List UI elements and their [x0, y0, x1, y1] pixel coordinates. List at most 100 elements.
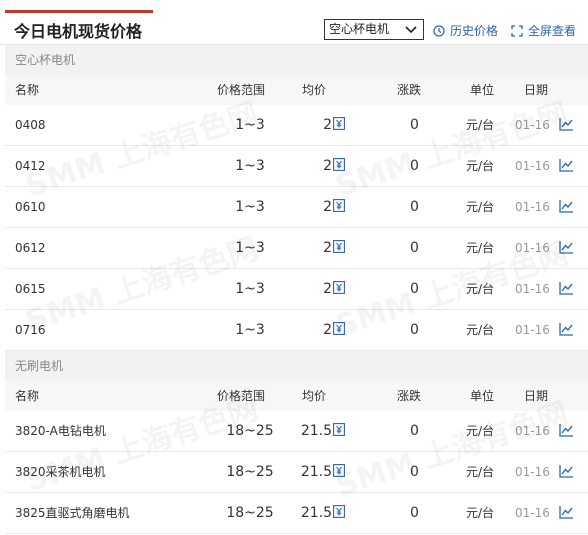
trend-chart-icon[interactable] [559, 158, 574, 172]
cell-avg: 21.5 [295, 493, 345, 533]
col-header-date: 日期 [524, 389, 549, 403]
cell-range: 18~25 [226, 464, 274, 480]
table-row[interactable]: 3820采茶机电机 18~25 0 元/台 01-16 21.5 [5, 452, 588, 493]
panel-header: 今日电机现货价格 空心杯电机 历史价格 全屏查看 [0, 0, 588, 45]
cell-unit: 元/台 [466, 200, 495, 214]
cell-avg: 21.5 [295, 411, 345, 451]
table-row[interactable]: 0612 1~3 0 元/台 01-16 2 [5, 228, 588, 269]
yuan-icon [333, 281, 345, 294]
cell-avg-value: 2 [323, 281, 332, 297]
cell-change: 0 [410, 158, 419, 174]
cell-avg: 2 [295, 310, 345, 350]
yuan-icon [333, 240, 345, 253]
trend-chart-icon[interactable] [559, 423, 574, 437]
cell-avg-value: 21.5 [300, 464, 332, 480]
cell-range: 18~25 [226, 423, 274, 439]
yuan-icon [333, 322, 345, 335]
cell-range: 1~3 [235, 117, 265, 133]
cell-date: 01-16 [515, 200, 550, 214]
cell-unit: 元/台 [466, 465, 495, 479]
col-header-range: 价格范围 [217, 83, 266, 97]
table-row[interactable]: 0615 1~3 0 元/台 01-16 2 [5, 269, 588, 310]
cell-change: 0 [410, 117, 419, 133]
col-header-avg: 均价 [302, 389, 327, 403]
cell-range: 1~3 [235, 322, 265, 338]
table-row[interactable]: 0412 1~3 0 元/台 01-16 2 [5, 146, 588, 187]
column-header-row: 名称 价格范围 均价 涨跌 单位 日期 [5, 75, 588, 105]
cell-name: 0412 [15, 159, 46, 173]
cell-date: 01-16 [515, 282, 550, 296]
cell-date: 01-16 [515, 424, 550, 438]
cell-unit: 元/台 [466, 159, 495, 173]
cell-name: 0408 [15, 118, 46, 132]
cell-range: 18~25 [226, 505, 274, 521]
history-price-link[interactable]: 历史价格 [433, 22, 498, 39]
chevron-down-icon [405, 26, 417, 34]
cell-name: 0615 [15, 282, 46, 296]
col-header-change: 涨跌 [397, 389, 422, 403]
cell-date: 01-16 [515, 241, 550, 255]
cell-name: 3820-A电钻电机 [15, 424, 106, 438]
cell-avg: 2 [295, 269, 345, 309]
table-row[interactable]: 3825直驱式角磨电机 18~25 0 元/台 01-16 21.5 [5, 493, 588, 534]
cell-change: 0 [410, 505, 419, 521]
trend-chart-icon[interactable] [559, 281, 574, 295]
trend-chart-icon[interactable] [559, 464, 574, 478]
trend-chart-icon[interactable] [559, 240, 574, 254]
cell-name: 3825直驱式角磨电机 [15, 506, 130, 520]
col-header-date: 日期 [524, 83, 549, 97]
col-header-change: 涨跌 [397, 83, 422, 97]
cell-avg-value: 2 [323, 158, 332, 174]
cell-avg: 21.5 [295, 452, 345, 492]
history-price-label: 历史价格 [450, 24, 499, 38]
clock-icon [433, 24, 445, 37]
col-header-unit: 单位 [470, 83, 495, 97]
cell-change: 0 [410, 199, 419, 215]
header-accent-bar [5, 10, 153, 13]
cell-change: 0 [410, 281, 419, 297]
cell-avg-value: 21.5 [300, 423, 332, 439]
table-row[interactable]: 0716 1~3 0 元/台 01-16 2 [5, 310, 588, 351]
cell-date: 01-16 [515, 118, 550, 132]
trend-chart-icon[interactable] [559, 322, 574, 336]
trend-chart-icon[interactable] [559, 199, 574, 213]
category-select-value: 空心杯电机 [329, 22, 390, 36]
table-row[interactable]: 0408 1~3 0 元/台 01-16 2 [5, 105, 588, 146]
cell-avg-value: 2 [323, 199, 332, 215]
yuan-icon [333, 423, 345, 436]
yuan-icon [333, 505, 345, 518]
cell-avg: 2 [295, 187, 345, 227]
fullscreen-label: 全屏查看 [528, 24, 577, 38]
col-header-name: 名称 [15, 83, 40, 97]
table-row[interactable]: 3820-A电钻电机 18~25 0 元/台 01-16 21.5 [5, 411, 588, 452]
category-select[interactable]: 空心杯电机 [324, 19, 424, 40]
fullscreen-link[interactable]: 全屏查看 [511, 22, 576, 39]
cell-unit: 元/台 [466, 118, 495, 132]
cell-avg: 2 [295, 146, 345, 186]
col-header-unit: 单位 [470, 389, 495, 403]
cell-date: 01-16 [515, 465, 550, 479]
column-header-row: 名称 价格范围 均价 涨跌 单位 日期 [5, 381, 588, 411]
cell-range: 1~3 [235, 158, 265, 174]
cell-range: 1~3 [235, 240, 265, 256]
trend-chart-icon[interactable] [559, 117, 574, 131]
cell-unit: 元/台 [466, 282, 495, 296]
cell-change: 0 [410, 240, 419, 256]
cell-name: 0716 [15, 323, 46, 337]
cell-date: 01-16 [515, 506, 550, 520]
cell-avg-value: 2 [323, 240, 332, 256]
cell-change: 0 [410, 464, 419, 480]
trend-chart-icon[interactable] [559, 505, 574, 519]
cell-avg-value: 2 [323, 322, 332, 338]
cell-unit: 元/台 [466, 506, 495, 520]
cell-change: 0 [410, 322, 419, 338]
section-title: 无刷电机 [5, 351, 588, 381]
yuan-icon [333, 199, 345, 212]
cell-avg-value: 2 [323, 117, 332, 133]
table-row[interactable]: 0610 1~3 0 元/台 01-16 2 [5, 187, 588, 228]
fullscreen-icon [511, 24, 523, 37]
cell-name: 0612 [15, 241, 46, 255]
cell-unit: 元/台 [466, 424, 495, 438]
cell-avg: 2 [295, 105, 345, 145]
cell-range: 1~3 [235, 199, 265, 215]
